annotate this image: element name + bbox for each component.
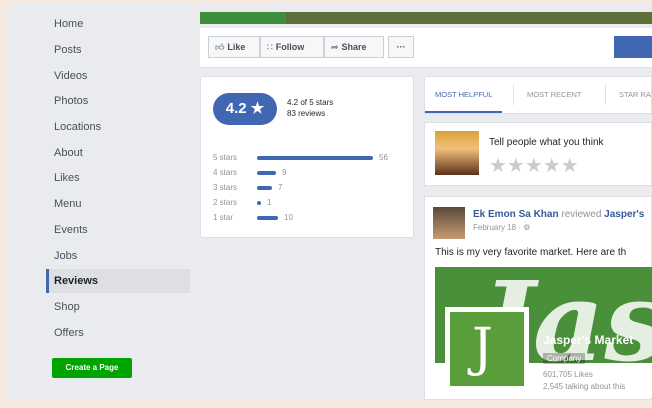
sidebar-item-photos[interactable]: Photos [46, 89, 190, 113]
post-page-link[interactable]: Jasper's [604, 209, 644, 220]
rating-bar-label: 4 stars [213, 168, 238, 177]
post-text: This is my very favorite market. Here ar… [435, 247, 627, 258]
preview-talking: 2,545 talking about this [543, 382, 626, 391]
avatar [435, 131, 479, 175]
shared-page-preview[interactable]: Jasp J Jasper's Market Company 601,705 L… [435, 267, 652, 397]
rating-summary-card: 4.2 ★ 4.2 of 5 stars 83 reviews 5 stars … [200, 76, 414, 238]
cover-photo-right [286, 12, 652, 24]
page-action-bar: 👍︎ Like ∷ Follow ➦ Share ··· [200, 28, 652, 68]
rating-bar-label: 1 star [213, 213, 234, 222]
rating-bar-label: 5 stars [213, 153, 238, 162]
create-page-button[interactable]: Create a Page [52, 358, 132, 378]
rating-summary-text: 4.2 of 5 stars 83 reviews [287, 97, 333, 119]
share-arrow-icon: ➦ [331, 42, 339, 52]
rating-score-badge: 4.2 ★ [213, 93, 277, 125]
post-author-link[interactable]: Ek Emon Sa Khan [473, 209, 559, 220]
thumbs-up-icon: 👍︎ [215, 42, 225, 52]
rating-bar-fill [257, 156, 373, 160]
share-button[interactable]: ➦ Share [324, 36, 384, 58]
sidebar-item-likes[interactable]: Likes [46, 166, 190, 190]
preview-category-badge: Company [543, 353, 586, 364]
review-tabs: MOST HELPFUL MOST RECENT STAR RA [424, 76, 652, 114]
share-label: Share [341, 42, 367, 52]
sidebar-item-jobs[interactable]: Jobs [46, 244, 190, 268]
profile-picture-fill: J [450, 312, 524, 386]
sidebar-item-videos[interactable]: Videos [46, 64, 190, 88]
rating-average: 4.2 of 5 stars [287, 98, 334, 107]
follow-button[interactable]: ∷ Follow [260, 36, 324, 58]
page-profile-picture[interactable]: J [445, 307, 529, 391]
rating-bar-label: 3 stars [213, 183, 238, 192]
page-frame: Home Posts Videos Photos Locations About… [8, 4, 652, 400]
logo-j-icon: J [472, 318, 493, 378]
preview-likes: 601,705 Likes [543, 370, 593, 379]
rating-bar-count: 9 [282, 168, 287, 177]
tab-divider [605, 85, 606, 105]
preview-page-name[interactable]: Jasper's Market [543, 333, 633, 347]
like-button[interactable]: 👍︎ Like [208, 36, 260, 58]
rss-icon: ∷ [267, 42, 273, 52]
write-review-card: Tell people what you think ★★★★★ [424, 122, 652, 186]
tab-most-helpful[interactable]: MOST HELPFUL [425, 77, 503, 113]
like-label: Like [227, 42, 246, 52]
rating-bar-count: 10 [284, 213, 293, 222]
sidebar-item-shop[interactable]: Shop [46, 295, 190, 319]
post-header: Ek Emon Sa Khan reviewed Jasper's [473, 209, 644, 220]
write-review-prompt[interactable]: Tell people what you think [489, 137, 604, 148]
sidebar-item-events[interactable]: Events [46, 218, 190, 242]
rating-bar-fill [257, 186, 272, 190]
primary-action-button[interactable] [614, 36, 652, 58]
post-verb: reviewed [561, 209, 602, 220]
rating-bar-count: 7 [278, 183, 283, 192]
review-post: Ek Emon Sa Khan reviewed Jasper's Februa… [424, 196, 652, 400]
star-rating-input[interactable]: ★★★★★ [489, 153, 579, 178]
tab-star-rating[interactable]: STAR RA [609, 77, 652, 113]
sidebar-item-menu[interactable]: Menu [46, 192, 190, 216]
sidebar-item-posts[interactable]: Posts [46, 38, 190, 62]
avatar[interactable] [433, 207, 465, 239]
rating-bar-fill [257, 171, 276, 175]
left-sidebar: Home Posts Videos Photos Locations About… [8, 4, 198, 400]
sidebar-item-about[interactable]: About [46, 141, 190, 165]
rating-bar-label: 2 stars [213, 198, 238, 207]
review-count: 83 reviews [287, 109, 326, 118]
rating-bar-fill [257, 216, 278, 220]
preview-stats: 601,705 Likes 2,545 talking about this [543, 369, 625, 393]
rating-bar-count: 1 [267, 198, 272, 207]
follow-label: Follow [275, 42, 305, 52]
cover-photo [200, 12, 652, 24]
rating-bar-count: 56 [379, 153, 388, 162]
rating-bar-fill [257, 201, 261, 205]
sidebar-item-home[interactable]: Home [46, 12, 190, 36]
sidebar-item-offers[interactable]: Offers [46, 321, 190, 345]
sidebar-item-locations[interactable]: Locations [46, 115, 190, 139]
cover-photo-left [200, 12, 286, 24]
tab-divider [513, 85, 514, 105]
more-button[interactable]: ··· [388, 36, 414, 58]
tab-most-recent[interactable]: MOST RECENT [517, 77, 591, 113]
sidebar-item-reviews[interactable]: Reviews [46, 269, 190, 293]
post-timestamp[interactable]: February 18 · ⚙ [473, 223, 530, 232]
